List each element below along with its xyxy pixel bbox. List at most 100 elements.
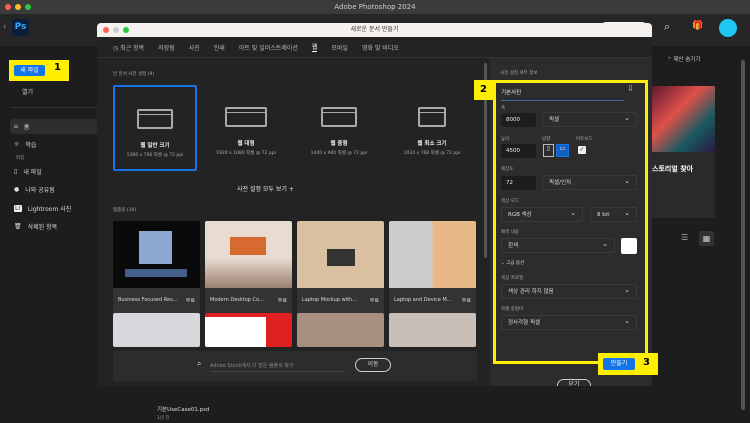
gift-icon[interactable]: 🎁	[692, 21, 703, 31]
template-card[interactable]	[205, 313, 292, 347]
go-button[interactable]: 이동	[355, 358, 391, 372]
preset-card[interactable]: 웹 일반 크기 1366 x 768 픽셀 @ 72 ppi	[113, 85, 197, 171]
tab-film[interactable]: 영화 및 비디오	[362, 43, 399, 52]
width-unit-select[interactable]: 픽셀	[542, 111, 637, 127]
document-icon	[225, 107, 267, 127]
portrait-orientation-button[interactable]: ▯	[543, 144, 554, 157]
window-titlebar: Adobe Photoshop 2024	[0, 0, 750, 14]
sidebar-item-home[interactable]: ⌂ 홈	[14, 122, 29, 131]
orientation-label: 방향	[542, 137, 551, 142]
callout-2: 2	[474, 80, 493, 100]
template-name: Laptop Mockup with...	[302, 297, 357, 303]
tab-recent[interactable]: ◷ 최근 항목	[113, 43, 144, 52]
color-mode-select[interactable]: RGB 색상	[501, 206, 583, 222]
sidebar-item-label: 학습	[25, 142, 37, 149]
document-icon	[137, 109, 173, 129]
template-card[interactable]	[297, 313, 384, 347]
close-window-button[interactable]	[5, 4, 11, 10]
lightroom-icon: Lr	[14, 205, 22, 212]
close-button[interactable]: 닫기	[557, 379, 591, 386]
height-input[interactable]: 4500	[501, 144, 536, 158]
bit-depth-select[interactable]: 8 bit	[590, 206, 637, 222]
sidebar-item-label: Lightroom 사진	[27, 206, 72, 213]
resolution-unit-select[interactable]: 픽셀/인치	[542, 174, 637, 190]
open-button[interactable]: 열기	[22, 87, 33, 96]
color-profile-select[interactable]: 색상 관리 하지 않음	[501, 283, 637, 299]
hide-suggestions-button[interactable]: ⌃ 제안 숨기기	[667, 55, 700, 63]
scrollbar[interactable]	[741, 60, 745, 410]
view-all-presets-link[interactable]: 사전 설정 모두 보기 +	[237, 184, 294, 193]
avatar[interactable]	[719, 19, 737, 37]
clock-icon: ◷	[113, 44, 119, 52]
sidebar-item-learn[interactable]: ☼ 학습	[14, 140, 36, 149]
home-icon: ⌂	[14, 123, 18, 130]
preset-card[interactable]: 웹 중형 1440 x 900 픽셀 @ 72 ppi	[297, 85, 381, 171]
hide-suggestions-label: 제안 숨기기	[673, 57, 701, 63]
sidebar-item-deleted[interactable]: 🗑 삭제된 항목	[14, 222, 57, 231]
search-icon: ⌕	[197, 359, 202, 368]
free-badge: 무료	[369, 298, 379, 304]
preset-card[interactable]: 웹 최소 크기 1024 x 768 픽셀 @ 72 ppi	[390, 85, 474, 171]
tab-mobile[interactable]: 모바일	[331, 43, 348, 52]
dialog-minimize-dot[interactable]	[113, 27, 119, 33]
divider	[10, 107, 100, 108]
zoom-window-button[interactable]	[25, 4, 31, 10]
width-input[interactable]: 8000	[501, 113, 536, 127]
background-color-swatch[interactable]	[621, 238, 637, 254]
save-preset-icon[interactable]: ⇩	[627, 84, 634, 93]
sidebar-item-my-files[interactable]: ▯ 내 파일	[14, 167, 42, 176]
details-heading: 사전 설정 세부 정보	[500, 71, 538, 76]
tab-label: 최근 항목	[120, 44, 145, 52]
sidebar-item-lightroom[interactable]: Lr Lightroom 사진	[14, 204, 71, 213]
preset-name: 웹 최소 크기	[417, 141, 447, 147]
advanced-options-label: 고급 옵션	[506, 261, 525, 266]
tutorial-card[interactable]	[650, 152, 715, 218]
search-icon[interactable]: ⌕	[664, 20, 670, 34]
back-icon[interactable]: ‹	[3, 22, 6, 31]
trash-icon: 🗑	[14, 223, 22, 230]
tab-art[interactable]: 아트 및 일러스트레이션	[239, 43, 298, 52]
recent-file-name[interactable]: 기본UseCase01.psd	[157, 405, 209, 413]
dialog-close-dot[interactable]	[103, 27, 109, 33]
template-card[interactable]: Modern Desktop Co... 무료	[205, 221, 292, 314]
create-button[interactable]: 만들기	[603, 358, 635, 370]
resolution-input[interactable]: 72	[501, 176, 536, 190]
artboard-checkbox[interactable]: ✓	[578, 146, 586, 154]
advanced-options-toggle[interactable]: ⌄ 고급 옵션	[501, 260, 524, 266]
background-select[interactable]: 흰색	[501, 237, 615, 253]
template-card[interactable]: Laptop Mockup with... 무료	[297, 221, 384, 314]
new-file-button[interactable]: 새 파일	[14, 65, 45, 76]
template-card[interactable]	[389, 313, 476, 347]
free-badge: 무료	[461, 298, 471, 304]
list-view-icon[interactable]: ☰	[681, 233, 688, 242]
preset-dims: 1024 x 768 픽셀 @ 72 ppi	[403, 151, 461, 156]
document-name-input[interactable]: 기본사진	[501, 88, 624, 101]
tab-saved[interactable]: 저장됨	[158, 43, 175, 52]
dialog-titlebar: 새로운 문서 만들기	[97, 23, 652, 37]
document-icon	[418, 107, 446, 127]
user-icon: ●	[14, 186, 20, 193]
template-card[interactable]: Business Focused Res... 무료	[113, 221, 200, 314]
preset-name: 웹 중형	[330, 141, 348, 147]
preset-dims: 1440 x 900 픽셀 @ 72 ppi	[310, 151, 368, 156]
template-card[interactable]	[113, 313, 200, 347]
sidebar-item-label: 나와 공유됨	[25, 187, 55, 194]
pixel-aspect-select[interactable]: 정사각형 픽셀	[501, 314, 637, 330]
resolution-label: 해상도	[501, 167, 514, 172]
preset-name: 웹 일반 크기	[140, 143, 170, 149]
new-document-dialog: 새로운 문서 만들기 ◷ 최근 항목 저장됨 사진 인쇄 아트 및 일러스트레이…	[97, 23, 652, 386]
tab-web[interactable]: 웹	[311, 42, 318, 52]
artboard-label: 아트보드	[576, 137, 593, 142]
tab-print[interactable]: 인쇄	[214, 43, 225, 52]
grid-view-icon[interactable]: ▦	[699, 231, 714, 246]
sidebar-item-shared[interactable]: ● 나와 공유됨	[14, 185, 55, 194]
dialog-zoom-dot[interactable]	[123, 27, 129, 33]
minimize-window-button[interactable]	[15, 4, 21, 10]
tab-photo[interactable]: 사진	[189, 43, 200, 52]
landscape-orientation-button[interactable]: ▭	[556, 144, 569, 157]
dialog-title: 새로운 문서 만들기	[350, 26, 399, 33]
stock-search-input[interactable]: Adobe Stock에서 더 많은 템플릿 찾기	[210, 362, 345, 372]
preset-card[interactable]: 웹 대형 1920 x 1080 픽셀 @ 72 ppi	[204, 85, 288, 171]
template-card[interactable]: Laptop and Device M... 무료	[389, 221, 476, 314]
tutorial-image[interactable]	[650, 86, 715, 152]
